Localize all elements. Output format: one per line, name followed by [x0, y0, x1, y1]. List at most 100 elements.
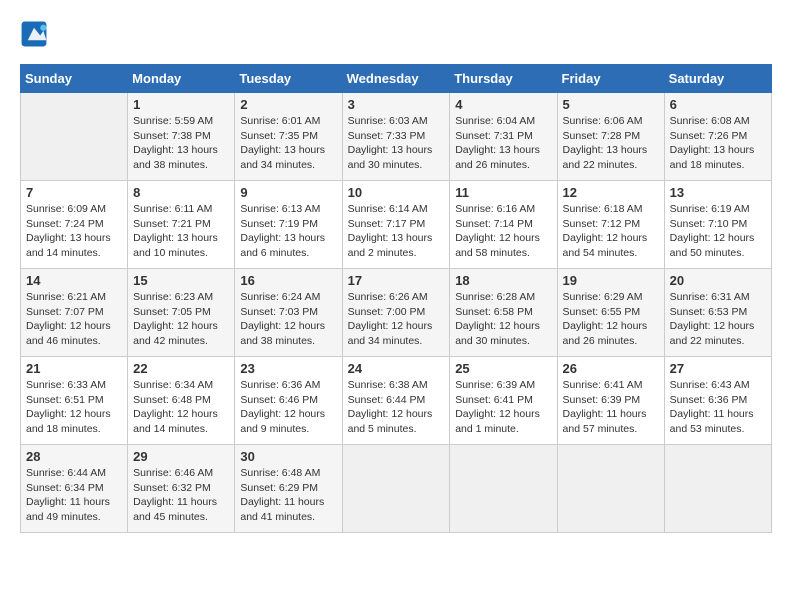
day-info: Sunrise: 6:34 AMSunset: 6:48 PMDaylight:… — [133, 378, 229, 437]
day-number: 7 — [26, 185, 122, 200]
day-number: 5 — [563, 97, 659, 112]
calendar-cell — [557, 445, 664, 533]
day-number: 13 — [670, 185, 766, 200]
day-info: Sunrise: 6:09 AMSunset: 7:24 PMDaylight:… — [26, 202, 122, 261]
day-info: Sunrise: 6:16 AMSunset: 7:14 PMDaylight:… — [455, 202, 551, 261]
day-number: 23 — [240, 361, 336, 376]
calendar-body: 1Sunrise: 5:59 AMSunset: 7:38 PMDaylight… — [21, 93, 772, 533]
day-info: Sunrise: 6:48 AMSunset: 6:29 PMDaylight:… — [240, 466, 336, 525]
day-info: Sunrise: 6:33 AMSunset: 6:51 PMDaylight:… — [26, 378, 122, 437]
calendar-cell: 24 Sunrise: 6:38 AMSunset: 6:44 PMDayligh… — [342, 357, 450, 445]
day-number: 26 — [563, 361, 659, 376]
weekday-header: Tuesday — [235, 65, 342, 93]
day-info: Sunrise: 6:38 AMSunset: 6:44 PMDaylight:… — [348, 378, 445, 437]
day-info: Sunrise: 6:01 AMSunset: 7:35 PMDaylight:… — [240, 114, 336, 173]
day-number: 3 — [348, 97, 445, 112]
day-number: 30 — [240, 449, 336, 464]
day-info: Sunrise: 6:36 AMSunset: 6:46 PMDaylight:… — [240, 378, 336, 437]
calendar-cell: 6 Sunrise: 6:08 AMSunset: 7:26 PMDaylight… — [664, 93, 771, 181]
day-info: Sunrise: 6:04 AMSunset: 7:31 PMDaylight:… — [455, 114, 551, 173]
calendar-cell: 16 Sunrise: 6:24 AMSunset: 7:03 PMDayligh… — [235, 269, 342, 357]
day-info: Sunrise: 6:43 AMSunset: 6:36 PMDaylight:… — [670, 378, 766, 437]
day-info: Sunrise: 5:59 AMSunset: 7:38 PMDaylight:… — [133, 114, 229, 173]
day-info: Sunrise: 6:28 AMSunset: 6:58 PMDaylight:… — [455, 290, 551, 349]
day-number: 17 — [348, 273, 445, 288]
weekday-header: Thursday — [450, 65, 557, 93]
calendar-cell: 11 Sunrise: 6:16 AMSunset: 7:14 PMDayligh… — [450, 181, 557, 269]
weekday-header: Sunday — [21, 65, 128, 93]
calendar-cell: 22 Sunrise: 6:34 AMSunset: 6:48 PMDayligh… — [128, 357, 235, 445]
day-number: 10 — [348, 185, 445, 200]
calendar-cell: 26 Sunrise: 6:41 AMSunset: 6:39 PMDayligh… — [557, 357, 664, 445]
calendar-cell — [342, 445, 450, 533]
logo — [20, 20, 52, 48]
calendar-cell: 18Sunrise: 6:28 AMSunset: 6:58 PMDayligh… — [450, 269, 557, 357]
day-number: 9 — [240, 185, 336, 200]
day-info: Sunrise: 6:46 AMSunset: 6:32 PMDaylight:… — [133, 466, 229, 525]
calendar-cell — [21, 93, 128, 181]
day-info: Sunrise: 6:08 AMSunset: 7:26 PMDaylight:… — [670, 114, 766, 173]
calendar-cell: 7 Sunrise: 6:09 AMSunset: 7:24 PMDaylight… — [21, 181, 128, 269]
calendar-cell: 5 Sunrise: 6:06 AMSunset: 7:28 PMDaylight… — [557, 93, 664, 181]
day-number: 11 — [455, 185, 551, 200]
day-info: Sunrise: 6:26 AMSunset: 7:00 PMDaylight:… — [348, 290, 445, 349]
calendar-cell: 1Sunrise: 5:59 AMSunset: 7:38 PMDaylight… — [128, 93, 235, 181]
calendar-cell: 3 Sunrise: 6:03 AMSunset: 7:33 PMDaylight… — [342, 93, 450, 181]
calendar-cell: 14Sunrise: 6:21 AMSunset: 7:07 PMDayligh… — [21, 269, 128, 357]
calendar-cell — [450, 445, 557, 533]
day-number: 28 — [26, 449, 122, 464]
day-info: Sunrise: 6:41 AMSunset: 6:39 PMDaylight:… — [563, 378, 659, 437]
calendar-cell: 10 Sunrise: 6:14 AMSunset: 7:17 PMDayligh… — [342, 181, 450, 269]
calendar-cell: 9 Sunrise: 6:13 AMSunset: 7:19 PMDaylight… — [235, 181, 342, 269]
day-info: Sunrise: 6:06 AMSunset: 7:28 PMDaylight:… — [563, 114, 659, 173]
calendar-cell: 19 Sunrise: 6:29 AMSunset: 6:55 PMDayligh… — [557, 269, 664, 357]
calendar-cell: 13 Sunrise: 6:19 AMSunset: 7:10 PMDayligh… — [664, 181, 771, 269]
day-info: Sunrise: 6:31 AMSunset: 6:53 PMDaylight:… — [670, 290, 766, 349]
day-number: 16 — [240, 273, 336, 288]
calendar-cell: 25 Sunrise: 6:39 AMSunset: 6:41 PMDayligh… — [450, 357, 557, 445]
day-number: 24 — [348, 361, 445, 376]
day-info: Sunrise: 6:39 AMSunset: 6:41 PMDaylight:… — [455, 378, 551, 437]
day-number: 4 — [455, 97, 551, 112]
day-number: 19 — [563, 273, 659, 288]
day-number: 2 — [240, 97, 336, 112]
day-info: Sunrise: 6:24 AMSunset: 7:03 PMDaylight:… — [240, 290, 336, 349]
calendar-cell: 27 Sunrise: 6:43 AMSunset: 6:36 PMDayligh… — [664, 357, 771, 445]
day-info: Sunrise: 6:11 AMSunset: 7:21 PMDaylight:… — [133, 202, 229, 261]
calendar-cell: 17 Sunrise: 6:26 AMSunset: 7:00 PMDayligh… — [342, 269, 450, 357]
day-info: Sunrise: 6:19 AMSunset: 7:10 PMDaylight:… — [670, 202, 766, 261]
day-number: 27 — [670, 361, 766, 376]
day-number: 29 — [133, 449, 229, 464]
day-info: Sunrise: 6:13 AMSunset: 7:19 PMDaylight:… — [240, 202, 336, 261]
logo-icon — [20, 20, 48, 48]
day-number: 15 — [133, 273, 229, 288]
calendar-cell: 15 Sunrise: 6:23 AMSunset: 7:05 PMDayligh… — [128, 269, 235, 357]
weekday-header: Wednesday — [342, 65, 450, 93]
day-info: Sunrise: 6:29 AMSunset: 6:55 PMDaylight:… — [563, 290, 659, 349]
calendar-cell: 2 Sunrise: 6:01 AMSunset: 7:35 PMDaylight… — [235, 93, 342, 181]
calendar-cell: 12 Sunrise: 6:18 AMSunset: 7:12 PMDayligh… — [557, 181, 664, 269]
calendar-cell: 21 Sunrise: 6:33 AMSunset: 6:51 PMDayligh… — [21, 357, 128, 445]
calendar-cell: 4 Sunrise: 6:04 AMSunset: 7:31 PMDaylight… — [450, 93, 557, 181]
day-info: Sunrise: 6:44 AMSunset: 6:34 PMDaylight:… — [26, 466, 122, 525]
calendar-cell: 20 Sunrise: 6:31 AMSunset: 6:53 PMDayligh… — [664, 269, 771, 357]
day-number: 20 — [670, 273, 766, 288]
day-info: Sunrise: 6:23 AMSunset: 7:05 PMDaylight:… — [133, 290, 229, 349]
calendar-table: SundayMondayTuesdayWednesdayThursdayFrid… — [20, 64, 772, 533]
day-info: Sunrise: 6:21 AMSunset: 7:07 PMDaylight:… — [26, 290, 122, 349]
day-number: 12 — [563, 185, 659, 200]
calendar-cell — [664, 445, 771, 533]
calendar-cell: 28 Sunrise: 6:44 AMSunset: 6:34 PMDayligh… — [21, 445, 128, 533]
calendar-cell: 29 Sunrise: 6:46 AMSunset: 6:32 PMDayligh… — [128, 445, 235, 533]
day-number: 25 — [455, 361, 551, 376]
day-number: 6 — [670, 97, 766, 112]
day-info: Sunrise: 6:14 AMSunset: 7:17 PMDaylight:… — [348, 202, 445, 261]
day-number: 21 — [26, 361, 122, 376]
page-header — [20, 20, 772, 48]
weekday-header: Monday — [128, 65, 235, 93]
calendar-cell: 30 Sunrise: 6:48 AMSunset: 6:29 PMDayligh… — [235, 445, 342, 533]
day-info: Sunrise: 6:03 AMSunset: 7:33 PMDaylight:… — [348, 114, 445, 173]
day-info: Sunrise: 6:18 AMSunset: 7:12 PMDaylight:… — [563, 202, 659, 261]
calendar-header: SundayMondayTuesdayWednesdayThursdayFrid… — [21, 65, 772, 93]
day-number: 22 — [133, 361, 229, 376]
